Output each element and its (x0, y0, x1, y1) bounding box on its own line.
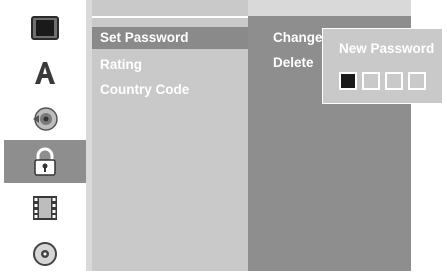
menu-top-line (92, 16, 248, 18)
new-password-popup: New Password (322, 28, 443, 104)
category-tv[interactable] (4, 6, 86, 49)
password-digit-1[interactable] (339, 72, 357, 90)
film-icon (31, 194, 59, 222)
password-digit-2[interactable] (362, 72, 380, 90)
disc-icon (32, 241, 58, 267)
speaker-icon (31, 105, 59, 133)
password-digit-3[interactable] (385, 72, 403, 90)
submenu-item-delete[interactable]: Delete (273, 55, 314, 70)
password-digit-4[interactable] (408, 72, 426, 90)
menu-item-country-code[interactable]: Country Code (92, 79, 248, 101)
menu-item-set-password[interactable]: Set Password (92, 27, 248, 49)
popup-title: New Password (339, 41, 435, 56)
category-video[interactable] (4, 186, 86, 229)
language-a-icon (32, 60, 58, 86)
submenu-item-change[interactable]: Change (273, 30, 323, 45)
category-audio[interactable] (4, 97, 86, 140)
lock-icon (32, 147, 58, 177)
category-language[interactable] (4, 51, 86, 94)
menu-item-rating[interactable]: Rating (92, 54, 248, 76)
category-icon-column (4, 0, 86, 271)
submenu-top-bar (248, 0, 411, 16)
tv-icon (31, 15, 59, 40)
category-disc[interactable] (4, 232, 86, 275)
category-lock[interactable] (4, 140, 86, 183)
setup-screen: Set Password Rating Country Code Change … (0, 0, 447, 271)
